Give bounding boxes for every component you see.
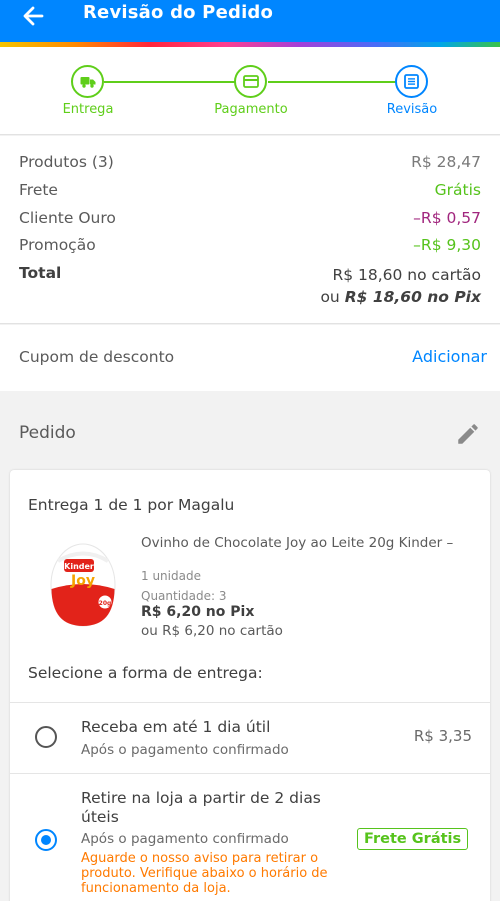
total-pix-line: ou R$ 18,60 no Pix [320, 286, 481, 308]
pickup-warning: Aguarde o nosso aviso para retirar o pro… [81, 851, 328, 896]
free-shipping-badge: Frete Grátis [357, 828, 469, 850]
products-value: R$ 28,47 [411, 153, 481, 171]
product-brand-text: Kinder [64, 562, 94, 571]
pencil-icon[interactable] [455, 421, 481, 447]
option-standard-title: Receba em até 1 dia útil [81, 718, 271, 736]
arrow-left-icon [23, 6, 44, 26]
summary-row-promo: Promoção –R$ 9,30 [19, 236, 481, 254]
document-icon [404, 74, 419, 89]
products-label: Produtos (3) [19, 153, 114, 171]
total-label: Total [19, 264, 62, 282]
option-pickup-subtitle: Após o pagamento confirmado [81, 831, 289, 847]
promo-label: Promoção [19, 236, 96, 254]
step-review[interactable] [395, 65, 428, 98]
step-connector [268, 81, 396, 83]
option-pickup-title-line1: Retire na loja a partir de 2 dias [81, 789, 321, 807]
delivery-title: Entrega 1 de 1 por Magalu [28, 496, 235, 514]
total-values: R$ 18,60 no cartão ou R$ 18,60 no Pix [320, 264, 481, 308]
summary-row-shipping: Frete Grátis [19, 181, 481, 199]
step-delivery[interactable] [71, 65, 104, 98]
step-label-delivery: Entrega [62, 102, 114, 117]
option-standard-price: R$ 3,35 [413, 727, 472, 745]
option-standard-subtitle: Após o pagamento confirmado [81, 742, 289, 758]
summary-row-client: Cliente Ouro –R$ 0,57 [19, 209, 481, 227]
step-label-payment: Pagamento [214, 102, 288, 117]
product-quantity: Quantidade: 3 [141, 589, 227, 603]
divider [10, 702, 490, 703]
credit-card-icon [242, 75, 259, 88]
summary-row-products: Produtos (3) R$ 28,47 [19, 153, 481, 171]
truck-icon [80, 76, 95, 88]
price-summary: Produtos (3) R$ 28,47 Frete Grátis Clien… [0, 136, 500, 324]
page-title: Revisão do Pedido [83, 2, 274, 23]
product-price-card: ou R$ 6,20 no cartão [141, 623, 283, 639]
shipping-label: Frete [19, 181, 58, 199]
product-name[interactable]: Ovinho de Chocolate Joy ao Leite 20g Kin… [141, 534, 471, 552]
coupon-row: Cupom de desconto Adicionar [0, 325, 500, 391]
coupon-label: Cupom de desconto [19, 348, 175, 366]
order-section-title: Pedido [19, 423, 76, 443]
delivery-method-prompt: Selecione a forma de entrega: [28, 664, 263, 682]
total-or: ou [320, 288, 340, 306]
product-price-pix: R$ 6,20 no Pix [141, 604, 255, 620]
shipping-value: Grátis [434, 181, 481, 199]
add-coupon-button[interactable]: Adicionar [412, 347, 487, 366]
product-sub-text: Joy [70, 573, 95, 589]
total-card-value: R$ 18,60 no cartão [332, 266, 481, 284]
product-weight-text: 20g [99, 600, 112, 607]
order-card: Entrega 1 de 1 por Magalu Kinder Joy 20g… [10, 470, 490, 901]
product-image[interactable]: Kinder Joy 20g [48, 543, 118, 629]
radio-store-pickup[interactable] [35, 829, 57, 851]
step-label-review: Revisão [386, 102, 438, 117]
app-bar: Revisão do Pedido [0, 0, 500, 42]
step-payment[interactable] [234, 65, 267, 98]
total-pix-value: R$ 18,60 no Pix [344, 288, 481, 306]
radio-standard-delivery[interactable] [35, 726, 57, 748]
client-discount-value: –R$ 0,57 [413, 209, 481, 227]
client-discount-label: Cliente Ouro [19, 209, 116, 227]
back-button[interactable] [18, 5, 48, 27]
step-connector [104, 81, 236, 83]
product-unit: 1 unidade [141, 569, 201, 583]
promo-value: –R$ 9,30 [413, 236, 481, 254]
option-pickup-title-line2: úteis [81, 808, 119, 826]
checkout-stepper: Entrega Pagamento Revisão [0, 47, 500, 135]
divider [10, 773, 490, 774]
